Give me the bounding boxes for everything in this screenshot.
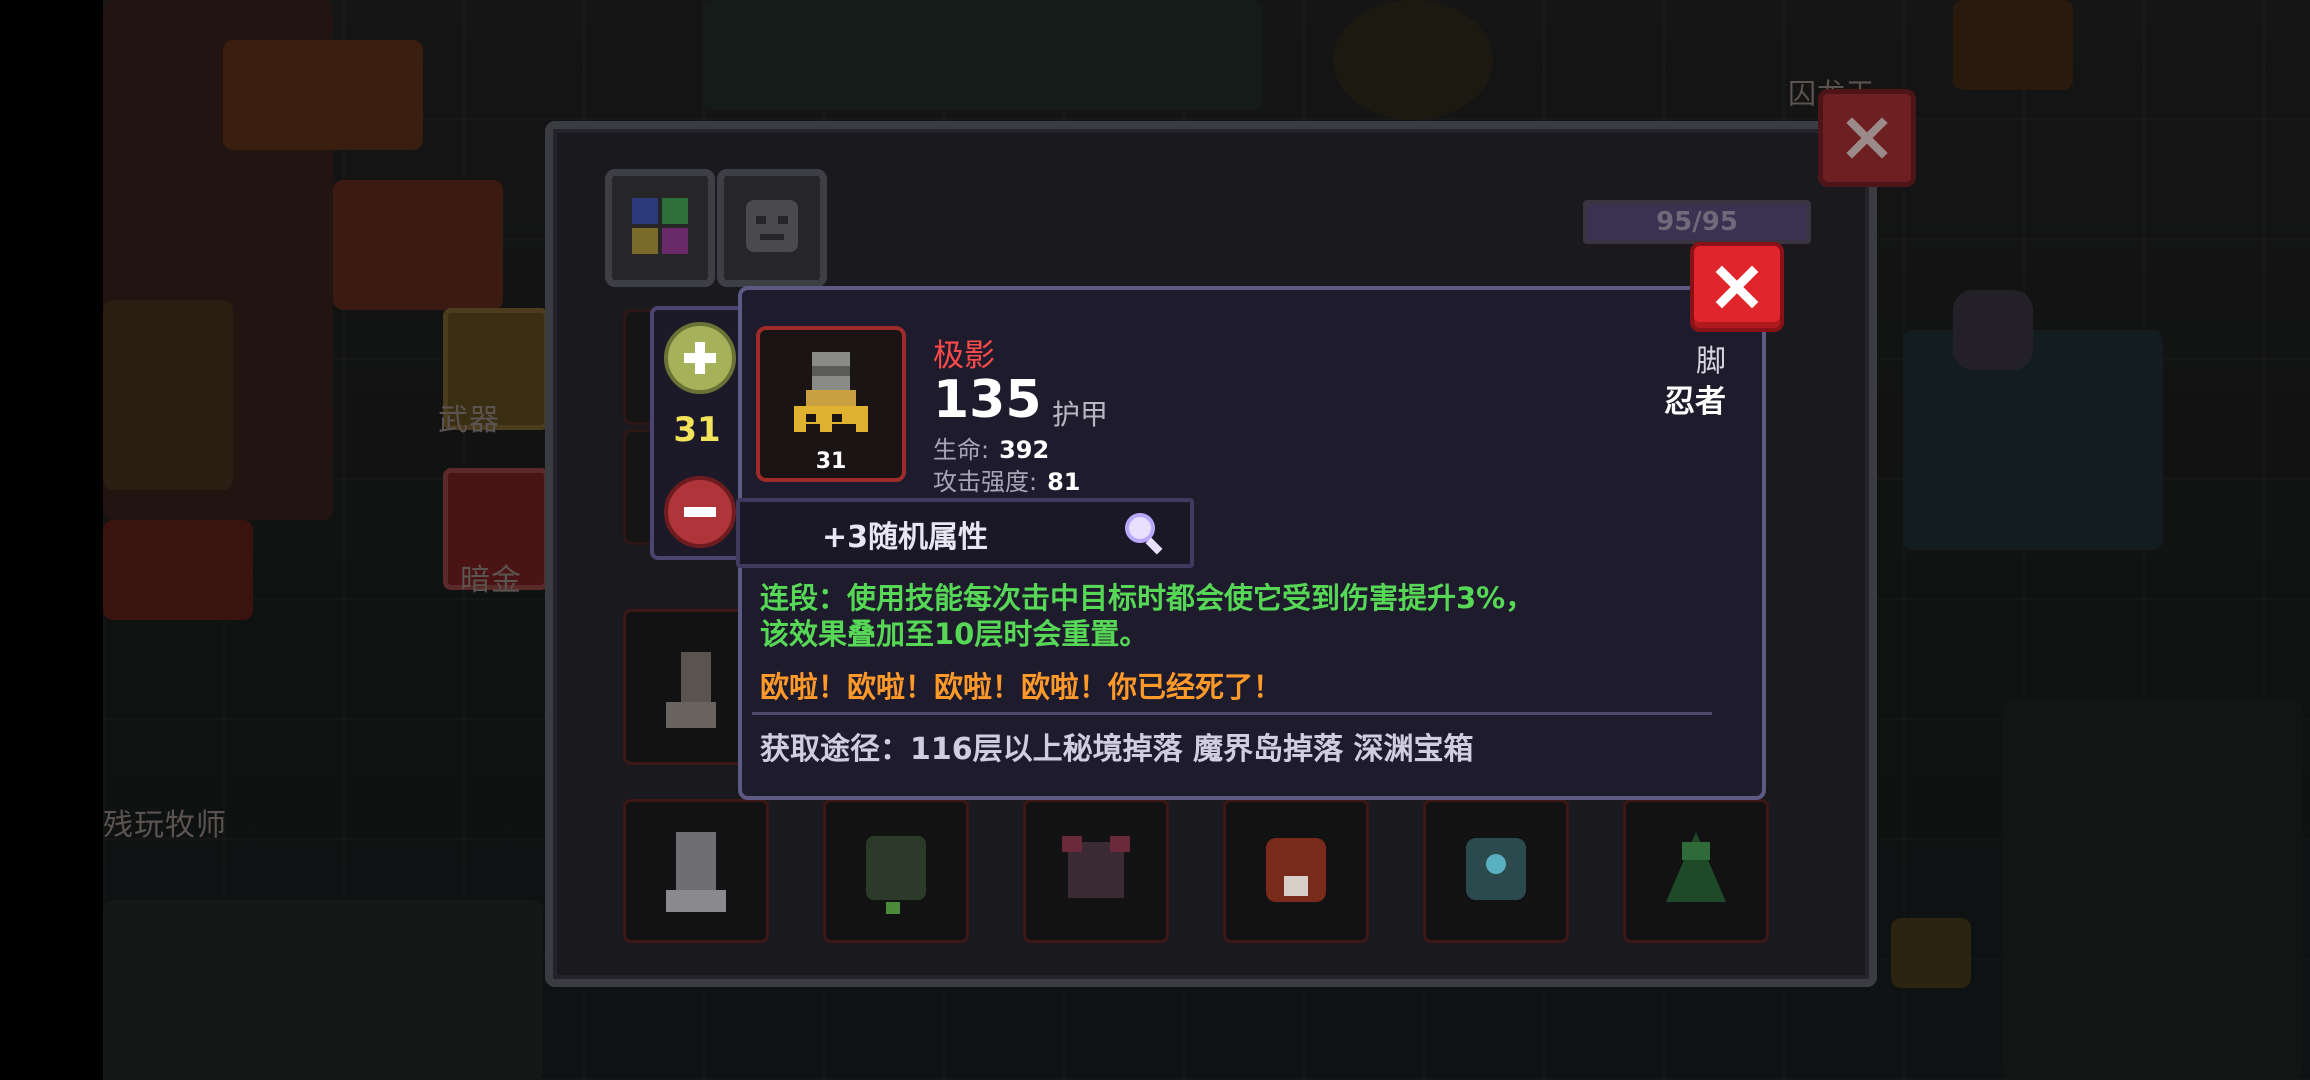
item-tooltip: 31 极影 135 护甲 生命: 392 攻击强度: 81 脚 忍者 +3随机属性 … xyxy=(736,286,1766,800)
stat-attack-label: 攻击强度: xyxy=(933,468,1038,496)
bg-crown-badge xyxy=(1891,918,1971,988)
inventory-slot[interactable] xyxy=(1023,799,1169,943)
random-attribute-label: +3随机属性 xyxy=(822,520,989,555)
close-icon xyxy=(1846,117,1888,159)
grey-boots-icon xyxy=(666,832,726,912)
close-icon xyxy=(1715,265,1759,309)
effect-line-2: 该效果叠加至10层时会重置。 xyxy=(760,617,1149,651)
bg-right-stairs xyxy=(2003,700,2303,1080)
random-attribute-row: +3随机属性 xyxy=(736,498,1194,568)
bg-bottom-left xyxy=(103,900,543,1080)
flavor-text: 欧啦！欧啦！欧啦！欧啦！你已经死了！ xyxy=(760,670,1283,704)
panel-close-button[interactable] xyxy=(1818,89,1916,187)
item-name: 极影 xyxy=(933,338,995,374)
bg-red-carpet xyxy=(103,520,253,620)
teal-armor-icon xyxy=(1466,838,1526,900)
inventory-slot[interactable] xyxy=(1423,799,1569,943)
bg-bunny-npc xyxy=(103,300,233,490)
stat-attack: 攻击强度: 81 xyxy=(933,462,1081,497)
dark-gold-label: 暗金 xyxy=(460,563,522,598)
bg-lamp xyxy=(333,180,503,310)
level-stepper: 31 xyxy=(650,306,744,560)
stat-hp: 生命: 392 xyxy=(933,430,1049,465)
hp-bar: 95/95 xyxy=(1583,200,1811,244)
tooltip-close-button[interactable] xyxy=(1690,242,1784,332)
inventory-slot[interactable] xyxy=(623,799,769,943)
hp-text: 95/95 xyxy=(1656,207,1738,237)
minus-button[interactable] xyxy=(664,476,736,548)
plus-button[interactable] xyxy=(664,322,736,394)
stat-hp-label: 生命: xyxy=(933,436,990,464)
plus-icon xyxy=(684,342,716,374)
armor-label: 护甲 xyxy=(1052,398,1109,431)
armor-value: 135 xyxy=(933,370,1042,430)
tab-character[interactable] xyxy=(717,169,827,287)
bg-top-stage xyxy=(703,0,1263,110)
bg-right-flame xyxy=(1953,0,2073,90)
item-icon-frame: 31 xyxy=(756,326,906,482)
inventory-slot[interactable] xyxy=(823,799,969,943)
bg-banner xyxy=(223,40,423,150)
magnify-icon[interactable] xyxy=(1120,508,1172,562)
effect-line-1: 连段：使用技能每次击中目标时都会使它受到伤害提升3%， xyxy=(760,581,1535,615)
bg-home-emblem xyxy=(1333,0,1493,120)
green-cloak-icon xyxy=(1666,832,1726,902)
dark-armor-icon xyxy=(1062,836,1130,898)
stat-hp-value: 392 xyxy=(999,436,1050,464)
green-armor-icon xyxy=(866,836,926,914)
weapon-label: 武器 xyxy=(438,403,500,438)
slot-type: 脚 xyxy=(1696,344,1726,379)
stepper-value: 31 xyxy=(673,410,721,450)
character-icon xyxy=(746,200,798,252)
item-level: 31 xyxy=(815,449,847,474)
inventory-slot[interactable] xyxy=(1623,799,1769,943)
player-name-label: 残玩牧师 xyxy=(103,808,227,843)
bg-bubble-badge xyxy=(1953,290,2033,370)
divider xyxy=(752,712,1712,715)
red-armor-icon xyxy=(1266,838,1326,902)
tab-inventory[interactable] xyxy=(605,169,715,287)
stat-attack-value: 81 xyxy=(1047,468,1081,496)
grid-icon xyxy=(632,198,688,254)
source-text: 获取途径：116层以上秘境掉落 魔界岛掉落 深渊宝箱 xyxy=(760,732,1474,767)
effect-text: 连段：使用技能每次击中目标时都会使它受到伤害提升3%， 该效果叠加至10层时会重… xyxy=(760,580,1700,652)
class-type: 忍者 xyxy=(1664,384,1726,420)
inventory-slot[interactable] xyxy=(1223,799,1369,943)
minus-icon xyxy=(684,507,716,517)
ninja-boots-icon xyxy=(794,352,868,432)
bg-right-character xyxy=(1903,330,2163,550)
